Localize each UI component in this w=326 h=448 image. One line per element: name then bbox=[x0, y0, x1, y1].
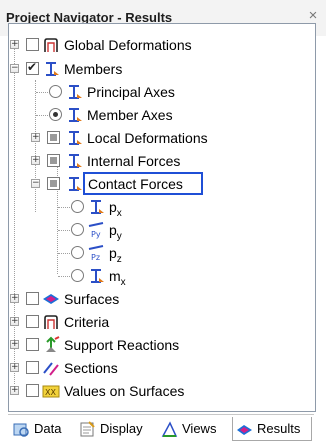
tab-views[interactable]: Views bbox=[158, 417, 232, 441]
project-navigator-panel: Project Navigator - Results × + Global D… bbox=[0, 0, 326, 448]
checkbox[interactable] bbox=[26, 384, 39, 397]
tree-item-label: Criteria bbox=[64, 314, 110, 330]
member-icon bbox=[69, 131, 82, 145]
tree-item-members[interactable]: − Members bbox=[9, 58, 309, 80]
criteria-icon bbox=[44, 315, 58, 329]
collapse-icon[interactable]: − bbox=[10, 64, 19, 73]
deformation-icon bbox=[44, 38, 58, 52]
tree-item-global-deformations[interactable]: + Global Deformations bbox=[9, 34, 309, 56]
tree-item-principal-axes[interactable]: Principal Axes bbox=[9, 81, 309, 103]
expand-icon[interactable]: + bbox=[10, 340, 19, 349]
results-icon bbox=[237, 425, 252, 435]
results-tree: + Global Deformations − Members bbox=[8, 23, 316, 412]
member-icon bbox=[69, 85, 82, 99]
expand-icon[interactable]: + bbox=[10, 363, 19, 372]
tree-item-label: pz bbox=[109, 245, 122, 265]
tab-display[interactable]: Display bbox=[76, 417, 158, 441]
data-icon bbox=[13, 423, 29, 437]
expand-icon[interactable]: + bbox=[10, 40, 19, 49]
tree-connector bbox=[58, 207, 70, 208]
radio-button[interactable] bbox=[49, 85, 62, 98]
tree-item-label: py bbox=[109, 222, 122, 242]
tree-item-sections[interactable]: + Sections bbox=[9, 357, 309, 379]
expand-icon[interactable]: + bbox=[31, 133, 40, 142]
tree-item-internal-forces[interactable]: + Internal Forces bbox=[9, 150, 309, 172]
radio-button[interactable] bbox=[71, 223, 84, 236]
tree-item-surfaces[interactable]: + Surfaces bbox=[9, 288, 309, 310]
tree-item-member-axes[interactable]: Member Axes bbox=[9, 104, 309, 126]
tree-item-local-deformations[interactable]: + Local Deformations bbox=[9, 127, 309, 149]
expand-icon[interactable]: + bbox=[10, 317, 19, 326]
tab-data[interactable]: Data bbox=[10, 417, 76, 441]
radio-button[interactable] bbox=[71, 269, 84, 282]
surface-icon bbox=[43, 294, 59, 304]
radio-button[interactable] bbox=[49, 108, 62, 121]
tree-connector bbox=[36, 92, 48, 93]
tree-item-label: Local Deformations bbox=[87, 130, 208, 146]
tree-connector bbox=[58, 230, 70, 231]
member-icon bbox=[69, 154, 82, 168]
tree-item-label: px bbox=[109, 199, 122, 219]
tree-item-contact-forces[interactable]: − Contact Forces bbox=[9, 172, 309, 195]
member-icon bbox=[46, 62, 59, 76]
navigator-tabs: Data Display Views Results bbox=[8, 414, 314, 443]
tab-results[interactable]: Results bbox=[232, 417, 312, 441]
tree-item-pz[interactable]: Pz pz bbox=[9, 242, 309, 265]
svg-text:XX: XX bbox=[45, 388, 56, 397]
pz-icon: Pz bbox=[88, 245, 104, 262]
checkbox[interactable] bbox=[26, 292, 39, 305]
py-icon: Py bbox=[88, 222, 104, 239]
tree-item-label: mx bbox=[109, 268, 126, 288]
expand-icon[interactable]: + bbox=[31, 156, 40, 165]
member-icon bbox=[69, 108, 82, 122]
tree-item-label: Internal Forces bbox=[87, 153, 181, 169]
checkbox[interactable] bbox=[26, 315, 39, 328]
tree-connector bbox=[36, 115, 48, 116]
sections-icon bbox=[43, 362, 59, 376]
tree-item-label: Values on Surfaces bbox=[64, 383, 185, 399]
member-icon bbox=[91, 269, 104, 283]
radio-button[interactable] bbox=[71, 246, 84, 259]
radio-button[interactable] bbox=[71, 200, 84, 213]
expand-icon[interactable]: + bbox=[10, 386, 19, 395]
checkbox[interactable] bbox=[26, 361, 39, 374]
checkbox[interactable] bbox=[26, 338, 39, 351]
tree-item-label: Member Axes bbox=[87, 107, 173, 123]
tree-item-label: Principal Axes bbox=[87, 84, 175, 100]
checkbox[interactable] bbox=[47, 177, 60, 190]
tree-item-mx[interactable]: mx bbox=[9, 265, 309, 288]
tree-item-px[interactable]: px bbox=[9, 196, 309, 219]
views-icon bbox=[161, 421, 178, 437]
tree-item-label: Members bbox=[64, 61, 123, 77]
tree-item-py[interactable]: Py py bbox=[9, 219, 309, 242]
tree-item-criteria[interactable]: + Criteria bbox=[9, 311, 309, 333]
tree-item-label: Support Reactions bbox=[64, 337, 180, 353]
display-icon bbox=[80, 421, 95, 437]
expand-icon[interactable]: + bbox=[10, 294, 19, 303]
values-on-surfaces-icon: XX bbox=[42, 385, 60, 398]
tree-item-label: Contact Forces bbox=[88, 176, 183, 192]
tree-connector bbox=[58, 276, 70, 277]
tree-item-label: Global Deformations bbox=[64, 37, 192, 53]
collapse-icon[interactable]: − bbox=[31, 179, 40, 188]
tree-item-support-reactions[interactable]: + Support Reactions bbox=[9, 334, 309, 356]
checkbox[interactable] bbox=[26, 38, 39, 51]
checkbox[interactable] bbox=[47, 131, 60, 144]
member-icon bbox=[91, 200, 104, 214]
svg-text:Pz: Pz bbox=[91, 253, 100, 262]
member-icon bbox=[69, 177, 82, 191]
tree-item-label: Surfaces bbox=[64, 291, 120, 307]
tree-connector bbox=[58, 253, 70, 254]
tree-item-label: Sections bbox=[64, 360, 118, 376]
checkbox[interactable] bbox=[47, 154, 60, 167]
svg-text:Py: Py bbox=[91, 230, 101, 239]
tree-item-values-on-surfaces[interactable]: + XX Values on Surfaces bbox=[9, 380, 309, 402]
close-icon[interactable]: × bbox=[306, 8, 320, 24]
support-reactions-icon bbox=[46, 336, 60, 352]
checkbox[interactable] bbox=[26, 60, 39, 75]
